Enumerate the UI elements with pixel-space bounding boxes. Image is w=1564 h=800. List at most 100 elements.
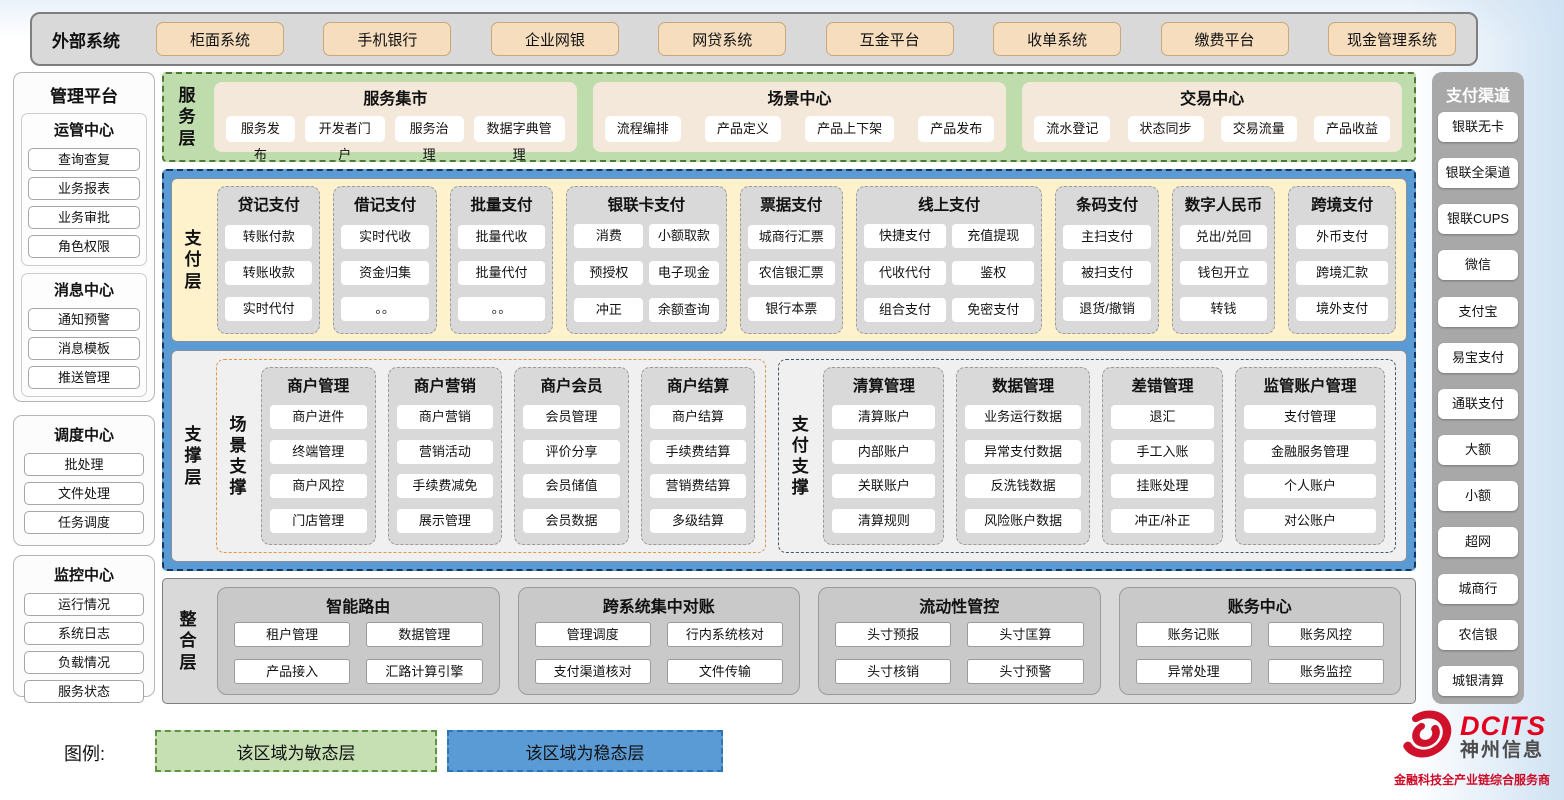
sidebar-item[interactable]: 业务审批 (28, 206, 140, 229)
external-system-button[interactable]: 现金管理系统 (1328, 22, 1456, 56)
payment-item-button[interactable]: 。。 (458, 297, 545, 321)
support-item-button[interactable]: 冲正/补正 (1111, 509, 1214, 533)
channel-button[interactable]: 支付宝 (1438, 297, 1518, 327)
payment-item-button[interactable]: 城商行汇票 (748, 225, 835, 249)
channel-button[interactable]: 银联CUPS (1438, 204, 1518, 234)
support-item-button[interactable]: 门店管理 (270, 509, 367, 533)
payment-item-button[interactable]: 充值提现 (952, 224, 1034, 248)
support-item-button[interactable]: 金融服务管理 (1244, 440, 1376, 464)
support-item-button[interactable]: 终端管理 (270, 440, 367, 464)
support-item-button[interactable]: 手工入账 (1111, 440, 1214, 464)
support-item-button[interactable]: 营销活动 (397, 440, 494, 464)
service-item-button[interactable]: 产品收益 (1314, 116, 1390, 142)
service-item-button[interactable]: 开发者门户 (305, 116, 385, 142)
payment-item-button[interactable]: 组合支付 (864, 298, 946, 322)
payment-item-button[interactable]: 退货/撤销 (1063, 297, 1150, 321)
support-item-button[interactable]: 挂账处理 (1111, 474, 1214, 498)
integration-item-button[interactable]: 头寸匡算 (967, 622, 1083, 647)
integration-item-button[interactable]: 头寸核销 (835, 659, 951, 684)
payment-item-button[interactable]: 消费 (574, 224, 643, 248)
channel-button[interactable]: 超网 (1438, 527, 1518, 557)
payment-item-button[interactable]: 实时代付 (225, 297, 312, 321)
support-item-button[interactable]: 内部账户 (832, 440, 935, 464)
sidebar-item[interactable]: 推送管理 (28, 366, 140, 389)
channel-button[interactable]: 城商行 (1438, 574, 1518, 604)
payment-item-button[interactable]: 被扫支付 (1063, 261, 1150, 285)
support-item-button[interactable]: 手续费减免 (397, 474, 494, 498)
integration-item-button[interactable]: 管理调度 (535, 622, 651, 647)
payment-item-button[interactable]: 预授权 (574, 261, 643, 285)
support-item-button[interactable]: 手续费结算 (650, 440, 747, 464)
payment-item-button[interactable]: 转钱 (1180, 297, 1267, 321)
payment-item-button[interactable]: 。。 (341, 297, 428, 321)
support-item-button[interactable]: 个人账户 (1244, 474, 1376, 498)
external-system-button[interactable]: 收单系统 (993, 22, 1121, 56)
support-item-button[interactable]: 关联账户 (832, 474, 935, 498)
service-item-button[interactable]: 产品发布 (918, 116, 994, 142)
service-item-button[interactable]: 服务发布 (226, 116, 295, 142)
integration-item-button[interactable]: 头寸预报 (835, 622, 951, 647)
payment-item-button[interactable]: 兑出/兑回 (1180, 225, 1267, 249)
payment-item-button[interactable]: 农信银汇票 (748, 261, 835, 285)
integration-item-button[interactable]: 账务记账 (1136, 622, 1252, 647)
integration-item-button[interactable]: 文件传输 (667, 659, 783, 684)
payment-item-button[interactable]: 代收代付 (864, 261, 946, 285)
support-item-button[interactable]: 多级结算 (650, 509, 747, 533)
payment-item-button[interactable]: 快捷支付 (864, 224, 946, 248)
support-item-button[interactable]: 展示管理 (397, 509, 494, 533)
payment-item-button[interactable]: 银行本票 (748, 297, 835, 321)
channel-button[interactable]: 银联全渠道 (1438, 158, 1518, 188)
payment-item-button[interactable]: 免密支付 (952, 298, 1034, 322)
service-item-button[interactable]: 流程编排 (605, 116, 681, 142)
sidebar-item[interactable]: 批处理 (24, 453, 144, 476)
support-item-button[interactable]: 商户营销 (397, 405, 494, 429)
support-item-button[interactable]: 对公账户 (1244, 509, 1376, 533)
sidebar-item[interactable]: 消息模板 (28, 337, 140, 360)
channel-button[interactable]: 农信银 (1438, 620, 1518, 650)
sidebar-item[interactable]: 系统日志 (24, 622, 144, 645)
support-item-button[interactable]: 支付管理 (1244, 405, 1376, 429)
external-system-button[interactable]: 手机银行 (323, 22, 451, 56)
payment-item-button[interactable]: 资金归集 (341, 261, 428, 285)
integration-item-button[interactable]: 数据管理 (366, 622, 482, 647)
support-item-button[interactable]: 风险账户数据 (965, 509, 1080, 533)
payment-item-button[interactable]: 小额取款 (649, 224, 718, 248)
payment-item-button[interactable]: 批量代付 (458, 261, 545, 285)
support-item-button[interactable]: 异常支付数据 (965, 440, 1080, 464)
service-item-button[interactable]: 服务治理 (395, 116, 464, 142)
sidebar-item[interactable]: 任务调度 (24, 511, 144, 534)
payment-item-button[interactable]: 外币支付 (1296, 225, 1388, 249)
payment-item-button[interactable]: 批量代收 (458, 225, 545, 249)
payment-item-button[interactable]: 跨境汇款 (1296, 261, 1388, 285)
payment-item-button[interactable]: 钱包开立 (1180, 261, 1267, 285)
external-system-button[interactable]: 企业网银 (491, 22, 619, 56)
sidebar-item[interactable]: 运行情况 (24, 593, 144, 616)
sidebar-item[interactable]: 负载情况 (24, 651, 144, 674)
channel-button[interactable]: 微信 (1438, 250, 1518, 280)
service-item-button[interactable]: 流水登记 (1034, 116, 1110, 142)
external-system-button[interactable]: 缴费平台 (1161, 22, 1289, 56)
support-item-button[interactable]: 商户结算 (650, 405, 747, 429)
payment-item-button[interactable]: 转账付款 (225, 225, 312, 249)
channel-button[interactable]: 银联无卡 (1438, 112, 1518, 142)
support-item-button[interactable]: 会员数据 (523, 509, 620, 533)
support-item-button[interactable]: 商户进件 (270, 405, 367, 429)
channel-button[interactable]: 小额 (1438, 481, 1518, 511)
service-item-button[interactable]: 交易流量 (1221, 116, 1297, 142)
integration-item-button[interactable]: 汇路计算引擎 (366, 659, 482, 684)
payment-item-button[interactable]: 余额查询 (649, 298, 718, 322)
payment-item-button[interactable]: 实时代收 (341, 225, 428, 249)
service-item-button[interactable]: 产品定义 (705, 116, 781, 142)
external-system-button[interactable]: 互金平台 (826, 22, 954, 56)
integration-item-button[interactable]: 异常处理 (1136, 659, 1252, 684)
sidebar-item[interactable]: 文件处理 (24, 482, 144, 505)
integration-item-button[interactable]: 产品接入 (234, 659, 350, 684)
support-item-button[interactable]: 清算规则 (832, 509, 935, 533)
integration-item-button[interactable]: 账务监控 (1268, 659, 1384, 684)
external-system-button[interactable]: 网贷系统 (658, 22, 786, 56)
payment-item-button[interactable]: 主扫支付 (1063, 225, 1150, 249)
support-item-button[interactable]: 业务运行数据 (965, 405, 1080, 429)
sidebar-item[interactable]: 查询查复 (28, 148, 140, 171)
payment-item-button[interactable]: 冲正 (574, 298, 643, 322)
sidebar-item[interactable]: 角色权限 (28, 235, 140, 258)
